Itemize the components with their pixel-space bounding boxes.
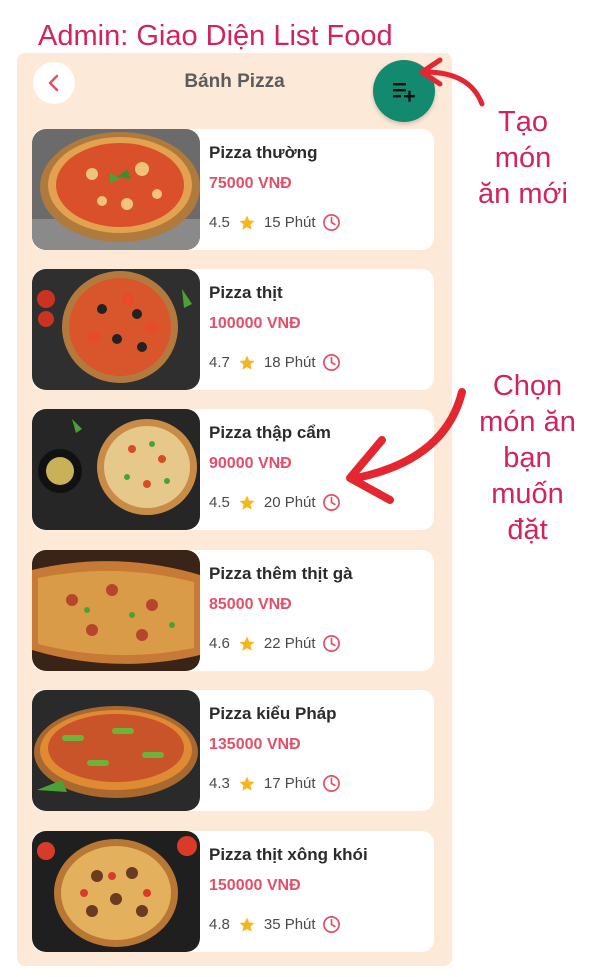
food-meta: 4.5 15 Phút — [209, 213, 341, 232]
annotation-line: đặt — [507, 514, 548, 546]
star-icon — [239, 495, 255, 510]
food-name: Pizza thập cẩm — [209, 423, 331, 442]
food-name: Pizza thịt — [209, 283, 283, 302]
cook-time: 35 Phút — [263, 916, 316, 933]
annotation-line: Chọn — [492, 370, 563, 402]
food-price: 100000 VNĐ — [209, 315, 301, 332]
food-card[interactable]: Pizza thịt xông khói 150000 VNĐ 4.8 35 P… — [32, 831, 434, 952]
star-icon — [239, 917, 255, 932]
clock-icon — [322, 494, 340, 511]
clock-icon — [322, 635, 340, 652]
annotation-line: Tạo — [498, 106, 548, 138]
add-to-list-icon — [393, 83, 415, 102]
food-image — [32, 831, 200, 952]
cook-time: 17 Phút — [263, 775, 316, 792]
rating-value: 4.5 — [209, 494, 230, 511]
food-name: Pizza thường — [209, 143, 318, 162]
food-price: 90000 VNĐ — [209, 455, 292, 472]
add-food-button[interactable] — [373, 60, 435, 122]
rating-value: 4.6 — [209, 635, 230, 652]
clock-icon — [322, 916, 340, 933]
food-price: 85000 VNĐ — [209, 596, 292, 613]
food-image — [32, 690, 200, 811]
food-meta: 4.3 17 Phút — [209, 774, 341, 793]
food-card[interactable]: Pizza thêm thịt gà 85000 VNĐ 4.6 22 Phút — [32, 550, 434, 671]
food-image — [32, 409, 200, 530]
food-card[interactable]: Pizza kiểu Pháp 135000 VNĐ 4.3 17 Phút — [32, 690, 434, 811]
food-meta: 4.6 22 Phút — [209, 634, 341, 653]
food-name: Pizza kiểu Pháp — [209, 704, 337, 723]
rating-value: 4.3 — [209, 775, 230, 792]
food-price: 150000 VNĐ — [209, 877, 301, 894]
cook-time: 18 Phút — [263, 354, 316, 371]
rating-value: 4.8 — [209, 916, 230, 933]
page-caption: Admin: Giao Diện List Food — [38, 20, 393, 52]
cook-time: 15 Phút — [263, 214, 316, 231]
annotation-line: món ăn — [479, 406, 576, 438]
cook-time: 22 Phút — [263, 635, 316, 652]
rating-value: 4.7 — [209, 354, 230, 371]
star-icon — [239, 215, 255, 230]
food-name: Pizza thêm thịt gà — [209, 564, 353, 583]
clock-icon — [322, 214, 340, 231]
annotation-choose: Chọn món ăn bạn muốn đặt — [470, 368, 585, 548]
star-icon — [239, 636, 255, 651]
annotation-create: Tạo món ăn mới — [468, 104, 578, 212]
food-list-screen: Bánh Pizza Pizza thường 75000 VNĐ 4.5 15… — [17, 53, 452, 966]
annotation-line: muốn — [491, 478, 564, 510]
star-icon — [239, 776, 255, 791]
food-price: 135000 VNĐ — [209, 736, 301, 753]
food-meta: 4.5 20 Phút — [209, 493, 341, 512]
food-image — [32, 129, 200, 250]
food-meta: 4.8 35 Phút — [209, 915, 341, 934]
rating-value: 4.5 — [209, 214, 230, 231]
food-price: 75000 VNĐ — [209, 175, 292, 192]
food-card[interactable]: Pizza thường 75000 VNĐ 4.5 15 Phút — [32, 129, 434, 250]
food-image — [32, 269, 200, 390]
annotation-line: món — [494, 142, 552, 174]
food-meta: 4.7 18 Phút — [209, 353, 341, 372]
cook-time: 20 Phút — [263, 494, 316, 511]
annotation-line: bạn — [503, 442, 552, 474]
clock-icon — [322, 775, 340, 792]
food-image — [32, 550, 200, 671]
star-icon — [239, 355, 255, 370]
food-name: Pizza thịt xông khói — [209, 845, 368, 864]
clock-icon — [322, 354, 340, 371]
food-card[interactable]: Pizza thịt 100000 VNĐ 4.7 18 Phút — [32, 269, 434, 390]
annotation-line: ăn mới — [478, 178, 568, 210]
food-card[interactable]: Pizza thập cẩm 90000 VNĐ 4.5 20 Phút — [32, 409, 434, 530]
